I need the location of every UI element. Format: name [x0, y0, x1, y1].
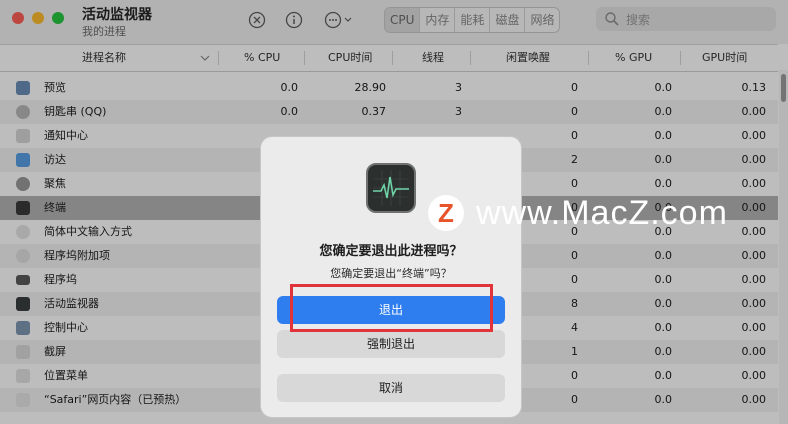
- watermark-badge-letter: Z: [438, 198, 454, 228]
- highlight-annotation-box: [290, 284, 493, 332]
- force-quit-button[interactable]: 强制退出: [277, 330, 505, 358]
- dialog-title: 您确定要退出此进程吗？: [319, 244, 463, 259]
- quit-process-dialog: 您确定要退出此进程吗？ 您确定要退出“终端”吗？ 退出 强制退出 取消: [260, 136, 522, 418]
- activity-monitor-app-icon: [366, 163, 416, 213]
- dialog-message: 您确定要退出“终端”吗？: [330, 267, 452, 280]
- watermark-badge: Z: [428, 195, 464, 231]
- cancel-button[interactable]: 取消: [277, 374, 505, 402]
- watermark-text: www.MacZ.com: [476, 193, 728, 232]
- watermark: Z www.MacZ.com: [428, 194, 728, 232]
